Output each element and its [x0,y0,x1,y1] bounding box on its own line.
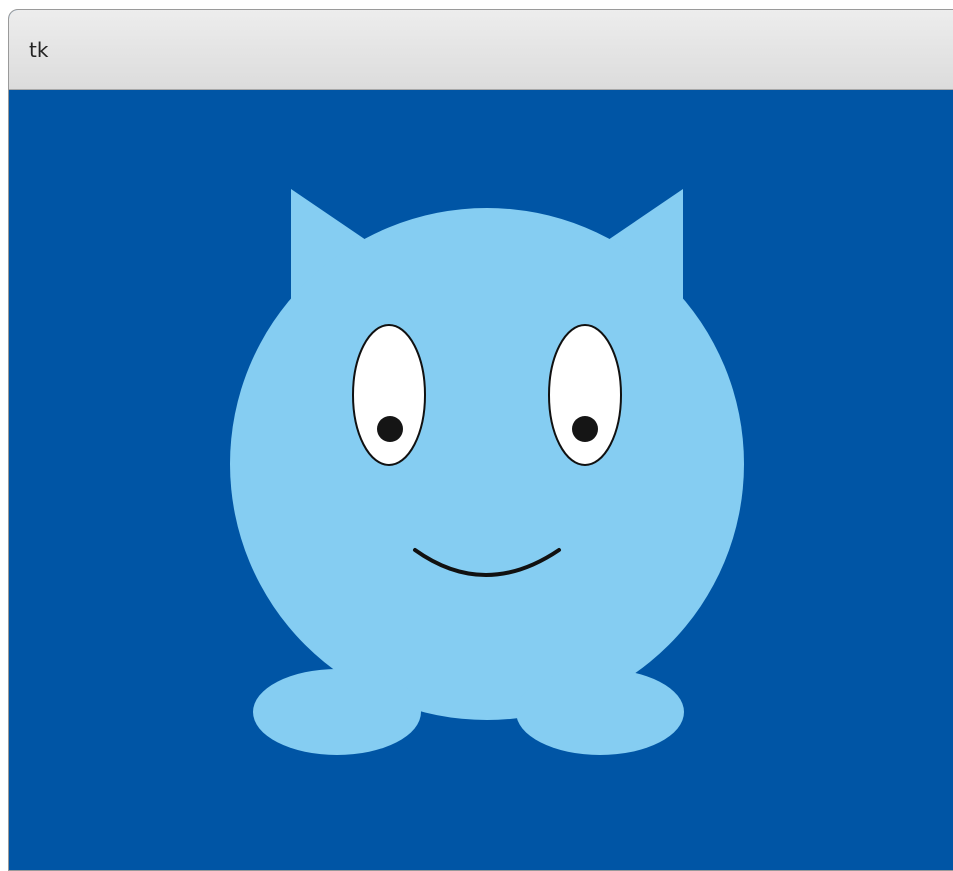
right-foot [516,669,684,755]
monster-body [230,208,744,720]
right-eye [548,324,622,466]
left-pupil [377,416,403,442]
right-pupil [572,416,598,442]
drawing-canvas[interactable] [9,90,953,860]
title-bar[interactable]: tk [9,10,953,90]
left-foot [253,669,421,755]
canvas-svg [9,90,953,860]
app-window: tk [8,9,953,871]
left-eye [352,324,426,466]
window-title: tk [29,38,49,62]
